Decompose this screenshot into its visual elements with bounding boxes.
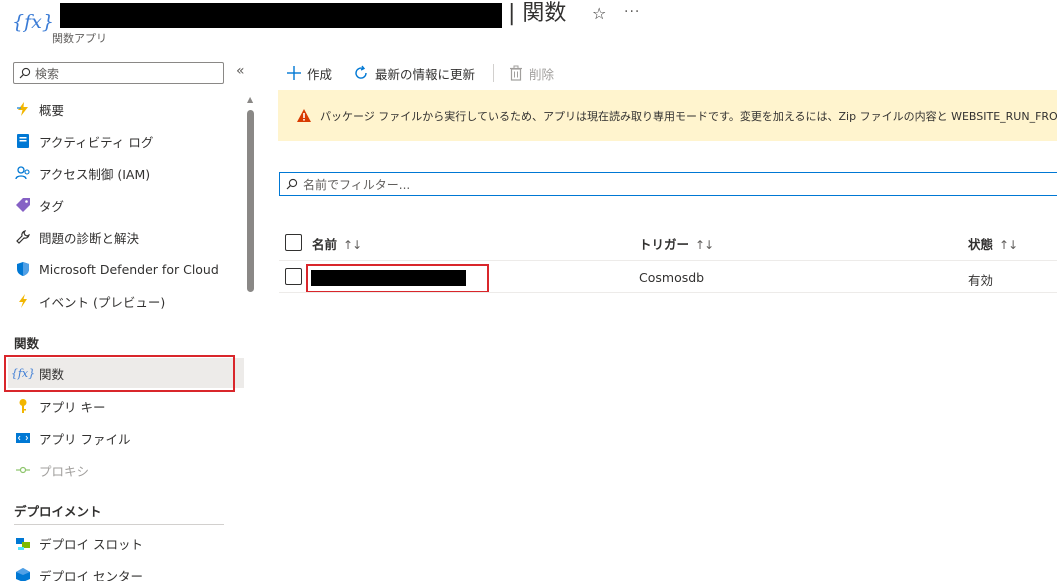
sidebar-item-deploy-center[interactable]: デプロイ センター bbox=[8, 560, 244, 581]
sidebar-item-iam[interactable]: アクセス制御 (IAM) bbox=[8, 158, 244, 188]
column-header-trigger[interactable]: トリガー ↑↓ bbox=[639, 234, 714, 253]
sidebar-item-label: 概要 bbox=[39, 102, 65, 118]
cell-status: 有効 bbox=[968, 273, 994, 288]
sidebar-item-label: プロキシ bbox=[39, 463, 90, 479]
sidebar-item-label: Microsoft Defender for Cloud bbox=[39, 261, 219, 277]
column-header-name[interactable]: 名前 ↑↓ bbox=[312, 234, 362, 253]
sidebar-item-activity-log[interactable]: アクティビティ ログ bbox=[8, 126, 244, 156]
sort-icon: ↑↓ bbox=[343, 238, 362, 252]
column-label: トリガー bbox=[639, 237, 690, 252]
toolbar-separator bbox=[493, 64, 494, 82]
delete-button[interactable]: 削除 bbox=[509, 62, 554, 84]
sidebar-item-label: アプリ ファイル bbox=[39, 431, 131, 447]
sidebar-item-overview[interactable]: 概要 bbox=[8, 94, 244, 124]
select-all-checkbox[interactable] bbox=[285, 234, 302, 251]
sidebar-item-label: タグ bbox=[39, 198, 65, 214]
iam-icon bbox=[14, 164, 32, 182]
section-heading-deployment: デプロイメント bbox=[14, 504, 102, 519]
section-divider bbox=[14, 524, 224, 525]
refresh-label: 最新の情報に更新 bbox=[375, 66, 476, 82]
proxy-icon bbox=[14, 461, 32, 479]
row-checkbox[interactable] bbox=[285, 268, 302, 285]
more-options-icon[interactable]: ··· bbox=[624, 2, 640, 22]
cell-trigger: Cosmosdb bbox=[639, 270, 705, 285]
sidebar-item-proxies[interactable]: プロキシ bbox=[8, 455, 244, 485]
search-icon bbox=[286, 178, 298, 190]
redacted-app-name bbox=[60, 3, 502, 28]
sidebar-item-app-keys[interactable]: アプリ キー bbox=[8, 391, 244, 421]
trash-icon bbox=[510, 65, 522, 81]
search-placeholder: 検索 bbox=[35, 66, 60, 81]
collapse-sidebar-icon[interactable]: « bbox=[236, 63, 245, 79]
sidebar-item-label: アプリ キー bbox=[39, 399, 106, 415]
sidebar-item-label: デプロイ スロット bbox=[39, 536, 143, 552]
plus-icon bbox=[287, 66, 301, 80]
header-divider bbox=[279, 260, 1057, 261]
sidebar-item-label: イベント (プレビュー) bbox=[39, 294, 166, 310]
deploy-slot-icon bbox=[14, 534, 32, 552]
column-label: 状態 bbox=[968, 237, 994, 252]
read-only-warning-banner: パッケージ ファイルから実行しているため、アプリは現在読み取り専用モードです。変… bbox=[278, 90, 1057, 141]
warning-icon bbox=[297, 109, 311, 122]
key-icon bbox=[14, 397, 32, 415]
row-divider bbox=[279, 292, 1057, 293]
sort-icon: ↑↓ bbox=[999, 238, 1018, 252]
sidebar-item-label: アクティビティ ログ bbox=[39, 134, 154, 150]
sidebar-item-label: アクセス制御 (IAM) bbox=[39, 166, 151, 182]
sidebar-item-deploy-slots[interactable]: デプロイ スロット bbox=[8, 528, 244, 558]
sidebar-item-defender[interactable]: Microsoft Defender for Cloud bbox=[8, 254, 244, 284]
resource-type-label: 関数アプリ bbox=[52, 32, 107, 45]
sidebar-scroll-thumb[interactable] bbox=[247, 110, 254, 292]
page-title: | 関数 bbox=[508, 1, 567, 26]
lightning-icon bbox=[14, 292, 32, 310]
overview-icon bbox=[14, 100, 32, 118]
shield-icon bbox=[14, 260, 32, 278]
refresh-icon bbox=[355, 65, 367, 79]
wrench-icon bbox=[14, 228, 32, 246]
sort-icon: ↑↓ bbox=[695, 238, 714, 252]
warning-text: パッケージ ファイルから実行しているため、アプリは現在読み取り専用モードです。変… bbox=[320, 109, 1057, 123]
activity-log-icon bbox=[14, 132, 32, 150]
create-label: 作成 bbox=[307, 66, 333, 82]
delete-label: 削除 bbox=[529, 66, 555, 82]
sidebar-search-input[interactable]: 検索 bbox=[13, 62, 224, 84]
column-label: 名前 bbox=[312, 237, 338, 252]
sidebar-item-label: 問題の診断と解決 bbox=[39, 230, 140, 246]
filter-placeholder: 名前でフィルター... bbox=[303, 177, 411, 192]
deploy-center-icon bbox=[14, 566, 32, 581]
column-header-status[interactable]: 状態 ↑↓ bbox=[968, 234, 1018, 253]
app-files-icon bbox=[14, 429, 32, 447]
highlight-box-function-name bbox=[306, 264, 489, 293]
sidebar-item-label: デプロイ センター bbox=[39, 568, 143, 581]
refresh-button[interactable]: 最新の情報に更新 bbox=[353, 62, 475, 84]
favorite-star-icon[interactable]: ☆ bbox=[592, 4, 606, 24]
tag-icon bbox=[14, 196, 32, 214]
scroll-up-arrow-icon[interactable]: ▲ bbox=[247, 95, 253, 104]
sidebar-item-events[interactable]: イベント (プレビュー) bbox=[8, 286, 244, 316]
filter-by-name-input[interactable]: 名前でフィルター... bbox=[279, 172, 1057, 196]
search-icon bbox=[19, 67, 31, 79]
function-app-icon: {fx} bbox=[12, 11, 54, 33]
section-heading-functions: 関数 bbox=[14, 336, 40, 351]
sidebar-item-app-files[interactable]: アプリ ファイル bbox=[8, 423, 244, 453]
sidebar-item-tags[interactable]: タグ bbox=[8, 190, 244, 220]
sidebar-item-diagnose[interactable]: 問題の診断と解決 bbox=[8, 222, 244, 252]
highlight-box-functions bbox=[4, 355, 235, 392]
create-button[interactable]: 作成 bbox=[287, 62, 332, 84]
